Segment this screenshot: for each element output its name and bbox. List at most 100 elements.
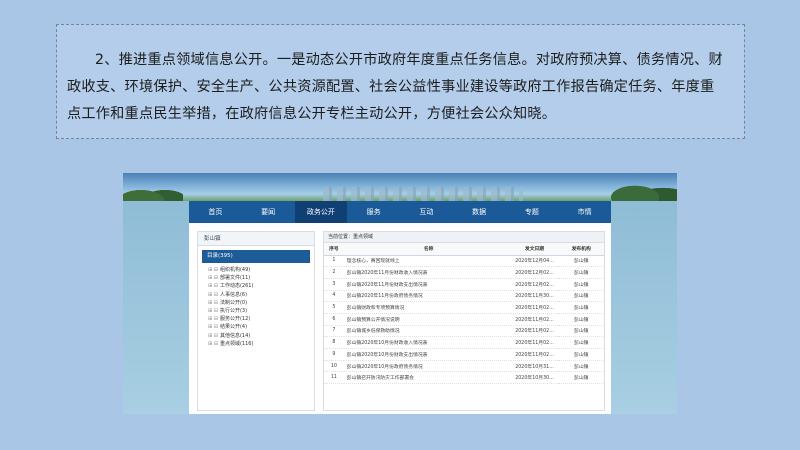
nav-item-7[interactable]: 市情 [558, 201, 611, 223]
sidebar-item[interactable]: ⊞ ⊟ 组织机构(49) [198, 266, 314, 274]
cell-title[interactable]: 彭山镇2020年11月份政府债务情况 [343, 290, 511, 303]
cell-no: 5 [324, 301, 344, 314]
col-header-org: 发布机构 [558, 243, 604, 256]
expand-icon: ⊞ ⊟ [208, 332, 218, 339]
sidebar-item[interactable]: ⊞ ⊟ 重点领域(116) [198, 340, 314, 348]
cell-title[interactable]: 彭山镇2020年10月份财政收入情况表 [343, 336, 511, 349]
expand-icon: ⊞ ⊟ [208, 283, 218, 290]
cell-org: 彭山镇 [558, 301, 604, 314]
table-row[interactable]: 5 彭山镇财政和专项预算情况 2020年11月02... 彭山镇 [324, 301, 604, 314]
cell-date: 2020年11月02... [510, 336, 559, 349]
cell-title[interactable]: 彭山镇2020年11月份财政支出情况表 [343, 278, 511, 291]
sidebar-item-label: 部署文件(11) [219, 275, 251, 282]
cell-org: 彭山镇 [558, 336, 604, 349]
list-panel: 当前位置：重点领域 序号 名称 发文日期 发布机构 1 理念核心，赛回现就线上 20… [323, 231, 605, 411]
nav-item-6[interactable]: 专题 [506, 201, 559, 223]
cell-no: 9 [324, 348, 344, 361]
table-row[interactable]: 8 彭山镇2020年10月份财政收入情况表 2020年11月02... 彭山镇 [324, 336, 604, 349]
cell-date: 2020年10月31... [510, 360, 559, 373]
expand-icon: ⊞ ⊟ [208, 291, 218, 298]
sidebar-item-label: 法制公开(0) [219, 299, 248, 306]
breadcrumb: 当前位置：重点领域 [324, 232, 604, 243]
sidebar-item-label: 结果公开(4) [219, 324, 248, 331]
cell-org: 彭山镇 [558, 325, 604, 338]
cell-title[interactable]: 彭山镇2020年10月份政府债务情况 [343, 360, 511, 373]
cell-title[interactable]: 理念核心，赛回现就线上 [343, 255, 511, 268]
cell-date: 2020年10月30... [510, 371, 559, 385]
cell-no: 2 [324, 266, 344, 279]
banner-skyline [323, 187, 523, 201]
table-row[interactable]: 4 彭山镇2020年11月份政府债务情况 2020年11月30... 彭山镇 [324, 290, 604, 303]
cell-no: 8 [324, 336, 344, 349]
cell-org: 彭山镇 [558, 348, 604, 361]
sidebar-item-label: 组织机构(49) [219, 267, 251, 273]
table-row[interactable]: 1 理念核心，赛回现就线上 2020年12月04... 彭山镇 [324, 255, 604, 268]
cell-no: 10 [324, 360, 344, 373]
sidebar-item-label: 服务公开(12) [219, 316, 251, 323]
expand-icon: ⊞ ⊟ [208, 340, 218, 347]
table-row[interactable]: 9 彭山镇2020年10月份财政支出情况表 2020年11月02... 彭山镇 [324, 348, 604, 361]
expand-icon: ⊞ ⊟ [208, 316, 218, 323]
table-row[interactable]: 2 彭山镇2020年11月份财政收入情况表 2020年12月02... 彭山镇 [324, 266, 604, 279]
info-paragraph: 2、推进重点领域信息公开。一是动态公开市政府年度重点任务信息。对政府预决算、债务… [67, 52, 723, 122]
cell-title[interactable]: 彭山镇城乡低保救助情况 [343, 325, 511, 338]
cell-no: 3 [324, 278, 344, 291]
sidebar-item[interactable]: ⊞ ⊟ 结果公开(4) [198, 323, 314, 331]
sidebar-item-label: 其他信息(14) [219, 332, 251, 339]
table-row[interactable]: 3 彭山镇2020年11月份财政支出情况表 2020年12月02... 彭山镇 [324, 278, 604, 291]
sidebar: 彭山镇 目录(395) ⊞ ⊟ 组织机构(49) ⊞ ⊟ 部署文件(11) ⊞ ⊟ 工作动… [197, 231, 315, 411]
cell-no: 6 [324, 313, 344, 326]
cell-org: 彭山镇 [558, 360, 604, 373]
side-background-left [123, 201, 189, 414]
cell-no: 7 [324, 325, 344, 338]
table-row[interactable]: 10 彭山镇2020年10月份政府债务情况 2020年10月31... 彭山镇 [324, 360, 604, 373]
cell-org: 彭山镇 [558, 313, 604, 326]
cell-title[interactable]: 彭山镇预算公开情况说明 [343, 313, 511, 326]
cell-org: 彭山镇 [558, 371, 604, 385]
table-row[interactable]: 11 彭山镇召开防汛防灾工作部署会 2020年10月30... 彭山镇 [324, 371, 604, 385]
cell-no: 1 [324, 255, 344, 268]
cell-no: 11 [324, 371, 344, 385]
cell-org: 彭山镇 [558, 266, 604, 279]
table-row[interactable]: 6 彭山镇预算公开情况说明 2020年11月02... 彭山镇 [324, 313, 604, 326]
sidebar-header: 彭山镇 [198, 232, 314, 246]
nav-item-3[interactable]: 服务 [347, 201, 400, 223]
document-table: 序号 名称 发文日期 发布机构 1 理念核心，赛回现就线上 2020年12月04..… [324, 243, 604, 385]
cell-date: 2020年12月02... [510, 266, 559, 279]
info-paragraph-box: 2、推进重点领域信息公开。一是动态公开市政府年度重点任务信息。对政府预决算、债务… [56, 24, 745, 139]
cell-date: 2020年11月02... [510, 348, 559, 361]
expand-icon: ⊞ ⊟ [208, 275, 218, 282]
expand-icon: ⊞ ⊟ [208, 308, 218, 315]
website-screenshot: 首页 要闻 政务公开 服务 互动 数据 专题 市情 彭山镇 目录(395) ⊞ ⊟ 组织机构(4… [123, 173, 677, 414]
cell-title[interactable]: 彭山镇2020年11月份财政收入情况表 [343, 266, 511, 279]
cell-date: 2020年11月02... [510, 301, 559, 314]
col-header-no: 序号 [324, 243, 344, 256]
main-nav: 首页 要闻 政务公开 服务 互动 数据 专题 市情 [189, 201, 611, 223]
nav-item-2[interactable]: 政务公开 [294, 201, 348, 223]
nav-item-1[interactable]: 要闻 [242, 201, 295, 223]
sidebar-item[interactable]: ⊞ ⊟ 法制公开(0) [198, 299, 314, 307]
cell-date: 2020年12月02... [510, 278, 559, 291]
sidebar-item-label: 执行公开(3) [219, 308, 248, 315]
sidebar-item[interactable]: ⊞ ⊟ 工作动态(261) [198, 282, 314, 290]
cell-title[interactable]: 彭山镇2020年10月份财政支出情况表 [343, 348, 511, 361]
sidebar-item[interactable]: ⊞ ⊟ 人事信息(6) [198, 291, 314, 299]
expand-icon: ⊞ ⊟ [208, 299, 218, 306]
expand-icon: ⊞ ⊟ [208, 324, 218, 331]
sidebar-item[interactable]: ⊞ ⊟ 部署文件(11) [198, 274, 314, 282]
sidebar-item[interactable]: ⊞ ⊟ 服务公开(12) [198, 315, 314, 323]
cell-no: 4 [324, 290, 344, 303]
sidebar-item-label: 重点领域(116) [219, 340, 254, 347]
table-row[interactable]: 7 彭山镇城乡低保救助情况 2020年11月02... 彭山镇 [324, 325, 604, 338]
cell-title[interactable]: 彭山镇召开防汛防灾工作部署会 [343, 371, 511, 385]
nav-item-5[interactable]: 数据 [453, 201, 506, 223]
expand-icon: ⊞ ⊟ [208, 267, 218, 273]
cell-title[interactable]: 彭山镇财政和专项预算情况 [343, 301, 511, 314]
sidebar-item[interactable]: ⊞ ⊟ 其他信息(14) [198, 332, 314, 340]
nav-item-0[interactable]: 首页 [189, 201, 242, 223]
cell-date: 2020年11月02... [510, 325, 559, 338]
sidebar-item[interactable]: ⊞ ⊟ 执行公开(3) [198, 307, 314, 315]
nav-item-4[interactable]: 互动 [400, 201, 453, 223]
sidebar-directory[interactable]: 目录(395) [202, 250, 310, 263]
col-header-date: 发文日期 [510, 243, 559, 256]
